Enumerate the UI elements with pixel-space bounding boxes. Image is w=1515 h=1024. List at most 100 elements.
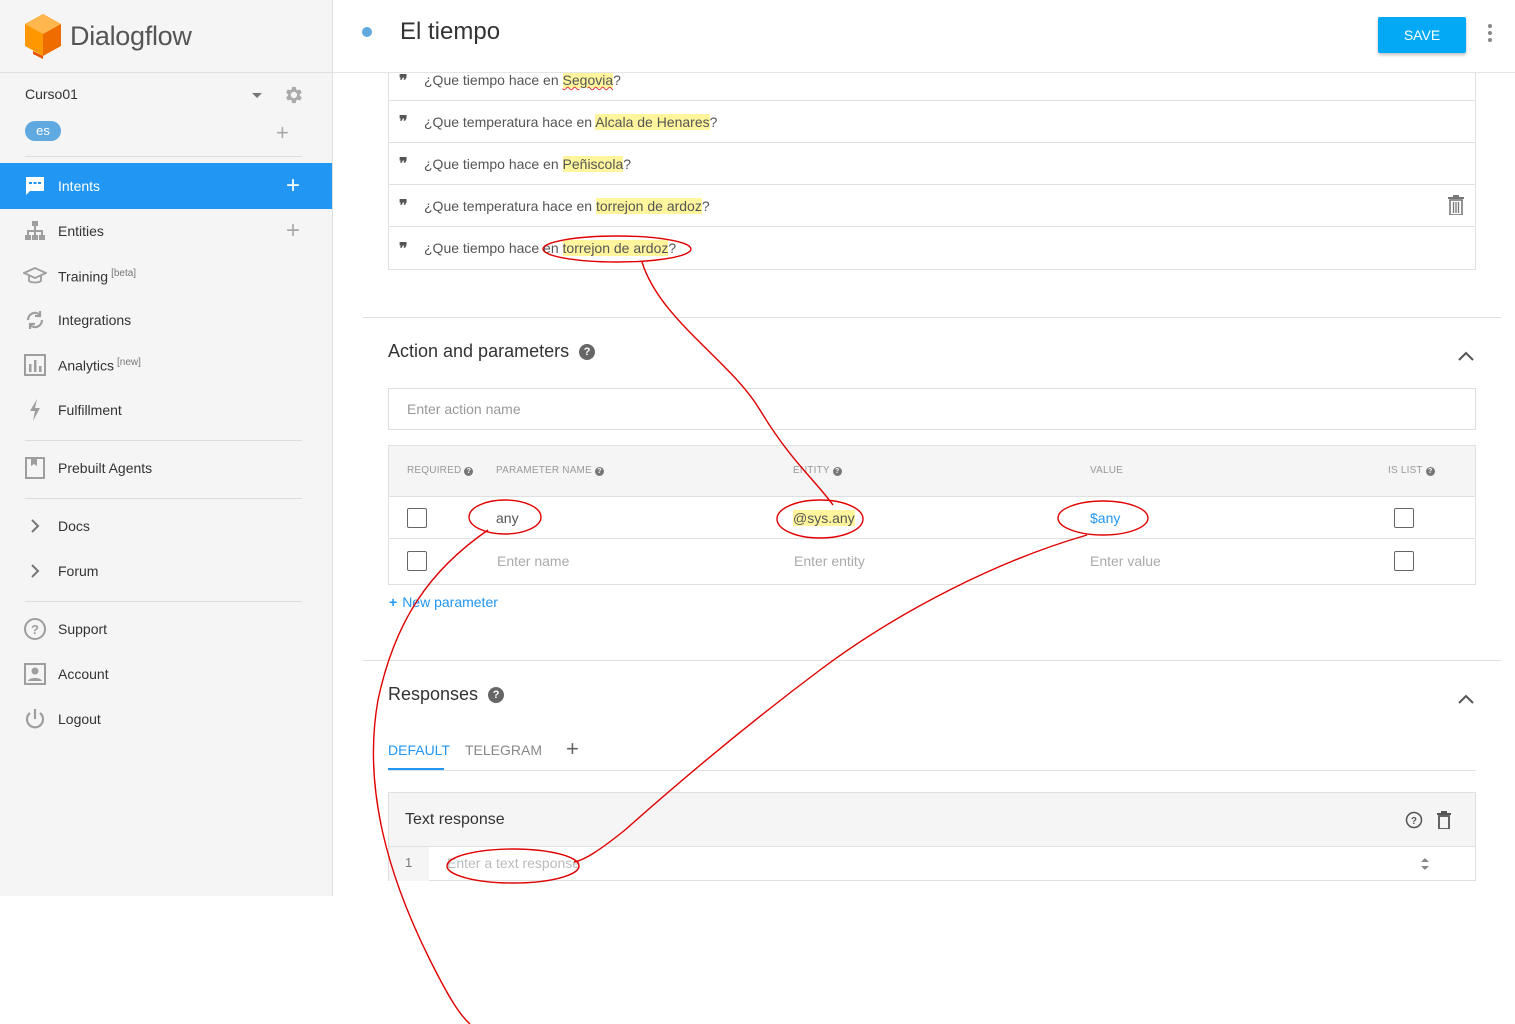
divider [25, 601, 302, 602]
phrase-text: ? [623, 155, 632, 172]
required-checkbox[interactable] [407, 508, 427, 528]
text-response-input[interactable]: Enter a text response [447, 855, 580, 871]
is-list-checkbox[interactable] [1394, 551, 1414, 571]
card-header: Text response ? [389, 793, 1475, 847]
parameter-entity-input[interactable]: Enter entity [794, 553, 865, 569]
sidebar-item-label: Training [58, 268, 109, 285]
parameter-value[interactable]: $any [1090, 510, 1120, 526]
dialogflow-logo-icon [25, 14, 61, 59]
brand-logo[interactable]: Dialogflow [24, 12, 192, 60]
sidebar-item-support[interactable]: ? Support [0, 607, 332, 651]
section-title-responses[interactable]: Responses? [388, 684, 505, 705]
help-circle-icon: ? [24, 618, 46, 640]
section-title-actions[interactable]: Action and parameters? [388, 341, 596, 362]
sidebar-item-entities[interactable]: Entities + [0, 209, 332, 253]
training-phrase[interactable]: ❞ ¿Que tiempo hace en Peñiscola? [389, 143, 1475, 185]
intent-title[interactable]: El tiempo [400, 18, 500, 46]
phrase-text: ¿Que temperatura hace en [424, 113, 596, 130]
divider [25, 440, 302, 441]
sidebar-item-label: Docs [58, 518, 90, 534]
col-is-list: IS LIST? [1388, 465, 1435, 476]
help-icon[interactable]: ? [1425, 467, 1435, 476]
hierarchy-icon [25, 221, 45, 240]
phrase-text: ¿Que tiempo hace en [424, 72, 563, 88]
add-intent-icon[interactable]: + [286, 174, 300, 198]
is-list-checkbox[interactable] [1394, 508, 1414, 528]
table-header: REQUIRED? PARAMETER NAME? ENTITY? VALUE … [389, 446, 1475, 497]
phrase-text: ¿Que tiempo hace en [424, 240, 563, 256]
phrase-text: ? [701, 197, 710, 214]
help-icon[interactable]: ? [579, 344, 596, 360]
required-checkbox[interactable] [407, 551, 427, 571]
add-entity-icon[interactable]: + [286, 219, 300, 243]
entity-annotation[interactable]: Alcala de Henares [595, 113, 710, 130]
help-icon[interactable]: ? [488, 687, 505, 703]
tab-telegram[interactable]: TELEGRAM [465, 742, 542, 758]
svg-text:?: ? [31, 622, 39, 637]
divider [363, 317, 1501, 318]
help-icon[interactable]: ? [594, 467, 604, 476]
parameters-table: REQUIRED? PARAMETER NAME? ENTITY? VALUE … [388, 445, 1476, 585]
language-chip[interactable]: es [25, 121, 61, 141]
column-label: REQUIRED [407, 465, 462, 476]
help-icon[interactable]: ? [464, 467, 474, 476]
sidebar-item-docs[interactable]: Docs [0, 504, 332, 548]
tab-default[interactable]: DEFAULT [388, 742, 450, 758]
parameter-entity[interactable]: @sys.any [793, 510, 855, 526]
entity-annotation[interactable]: torrejon de ardoz [562, 240, 669, 256]
gear-icon[interactable] [282, 84, 304, 106]
sidebar: Dialogflow Curso01 es + Intents + Entiti… [0, 0, 333, 896]
training-phrase[interactable]: ❞ ¿Que temperatura hace en Alcala de Hen… [389, 101, 1475, 143]
add-tab-icon[interactable]: + [566, 736, 579, 762]
trash-icon[interactable] [1447, 195, 1465, 215]
sidebar-item-analytics[interactable]: Analytics [new] [0, 343, 332, 387]
save-button[interactable]: SAVE [1378, 17, 1466, 53]
new-parameter-label: New parameter [402, 594, 498, 610]
sidebar-item-prebuilt-agents[interactable]: Prebuilt Agents [0, 446, 332, 490]
training-phrase[interactable]: ❞ ¿Que temperatura hace en torrejon de a… [389, 185, 1475, 227]
bookmark-icon [25, 457, 45, 479]
parameter-value-input[interactable]: Enter value [1090, 553, 1161, 569]
chevron-up-icon[interactable] [1457, 693, 1475, 705]
sidebar-item-integrations[interactable]: Integrations [0, 298, 332, 342]
response-tabs: DEFAULT TELEGRAM + [388, 736, 1476, 771]
help-circle-icon[interactable]: ? [1405, 811, 1423, 829]
sidebar-item-account[interactable]: Account [0, 652, 332, 696]
new-parameter-link[interactable]: + New parameter [389, 594, 498, 610]
parameter-name-input[interactable]: Enter name [497, 553, 569, 569]
training-phrase[interactable]: ❞ ¿Que tiempo hace en torrejon de ardoz? [389, 227, 1475, 269]
help-icon[interactable]: ? [832, 467, 842, 476]
brand-name: Dialogflow [70, 20, 192, 51]
chevron-up-icon[interactable] [1457, 350, 1475, 362]
entity-annotation[interactable]: Peñiscola [562, 155, 624, 172]
parameter-name[interactable]: any [496, 510, 519, 526]
sidebar-item-logout[interactable]: Logout [0, 697, 332, 741]
beta-tag: [beta] [111, 267, 137, 279]
col-required: REQUIRED? [407, 465, 474, 476]
sidebar-item-intents[interactable]: Intents + [0, 163, 332, 209]
phrase-text: ¿Que temperatura hace en [424, 197, 596, 214]
more-options-icon[interactable] [1488, 24, 1494, 46]
sidebar-item-label: Intents [58, 178, 101, 194]
action-name-input[interactable]: Enter action name [388, 388, 1476, 430]
sidebar-item-forum[interactable]: Forum [0, 549, 332, 593]
agent-dropdown-icon[interactable] [252, 93, 262, 98]
sidebar-item-label: Fulfillment [58, 402, 122, 418]
sidebar-item-fulfillment[interactable]: Fulfillment [0, 388, 332, 432]
entity-annotation[interactable]: torrejon de ardoz [596, 197, 702, 214]
add-language-icon[interactable]: + [276, 122, 289, 144]
column-label: IS LIST [1388, 465, 1423, 476]
col-entity: ENTITY? [793, 465, 842, 476]
phrase-text: ¿Que tiempo hace en [424, 155, 563, 172]
column-label: PARAMETER NAME [496, 465, 592, 476]
line-number: 1 [389, 847, 429, 881]
trash-icon[interactable] [1437, 811, 1451, 829]
phrase-text: ? [613, 72, 621, 88]
entity-annotation[interactable]: Segovia [562, 72, 614, 88]
sidebar-item-training[interactable]: Training [beta] [0, 254, 332, 298]
divider [0, 72, 333, 73]
agent-name[interactable]: Curso01 [25, 86, 78, 102]
resize-spinner-icon[interactable] [1419, 855, 1431, 873]
table-row: Enter name Enter entity Enter value [389, 539, 1475, 584]
chevron-right-icon [31, 519, 40, 533]
